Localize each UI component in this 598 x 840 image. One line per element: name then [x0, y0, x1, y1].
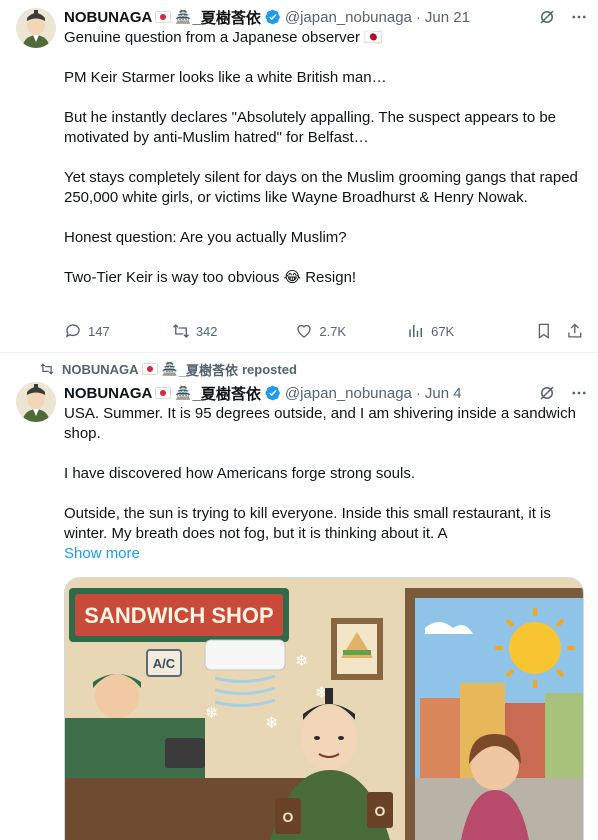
repost-icon	[172, 324, 189, 338]
author-name[interactable]: NOBUNAGA	[64, 9, 152, 26]
tweet-timestamp[interactable]: Jun 21	[425, 9, 470, 26]
views-button[interactable]: 67K	[407, 322, 525, 340]
reply-button[interactable]: 147	[64, 322, 172, 340]
tweet-header: NOBUNAGA 🏯 _夏樹莟依 @japan_nobunaga · Jun 4	[64, 382, 588, 404]
views-chart-icon	[409, 325, 423, 337]
grok-icon[interactable]	[538, 8, 556, 26]
svg-text:❄: ❄	[205, 703, 218, 722]
reposter-name[interactable]: NOBUNAGA	[62, 362, 139, 377]
japan-flag-icon	[155, 387, 172, 399]
heart-icon	[297, 324, 312, 338]
castle-icon: 🏯	[175, 385, 192, 400]
bookmark-icon[interactable]	[535, 322, 553, 340]
tweet-1[interactable]: NOBUNAGA 🏯 _夏樹莟依 @japan_nobunaga · Jun 2…	[0, 0, 598, 352]
sign-text: SANDWICH SHOP	[84, 603, 273, 628]
share-icon[interactable]	[566, 322, 584, 340]
views-count: 67K	[431, 323, 455, 339]
reposted-label: reposted	[241, 361, 297, 377]
author-handle[interactable]: @japan_nobunaga	[285, 385, 412, 402]
castle-icon: 🏯	[161, 361, 178, 376]
more-options-icon[interactable]	[570, 384, 588, 402]
avatar[interactable]	[16, 382, 56, 422]
tweet-media-image[interactable]: SANDWICH SHOP A/C ❄ ❄ ❄ ❄ O O	[64, 577, 584, 840]
tweet-header: NOBUNAGA 🏯 _夏樹莟依 @japan_nobunaga · Jun 2…	[64, 6, 588, 28]
author-name[interactable]: NOBUNAGA	[64, 385, 152, 402]
like-button[interactable]: 2.7K	[295, 322, 407, 340]
repost-button[interactable]: 342	[172, 322, 296, 340]
verified-badge-icon	[265, 9, 280, 25]
avatar[interactable]	[16, 8, 56, 48]
repost-banner[interactable]: NOBUNAGA 🏯 _夏樹莟依 reposted	[40, 360, 297, 378]
grok-icon[interactable]	[538, 384, 556, 402]
author-name-suffix[interactable]: _夏樹莟依	[193, 7, 261, 28]
repost-icon	[40, 363, 54, 375]
more-options-icon[interactable]	[570, 8, 588, 26]
author-name-suffix[interactable]: _夏樹莟依	[193, 383, 261, 404]
like-count: 2.7K	[319, 323, 347, 339]
tweet-timestamp[interactable]: Jun 4	[425, 385, 462, 402]
svg-text:❄: ❄	[265, 713, 278, 732]
reply-count: 147	[88, 323, 110, 339]
tweet-text: Genuine question from a Japanese observe…	[64, 29, 578, 286]
svg-text:❄: ❄	[295, 651, 308, 670]
reposter-name-suffix[interactable]: _夏樹莟依	[179, 360, 238, 379]
show-more-link[interactable]: Show more	[64, 545, 140, 562]
tweet-actions: 147 342 2.7K 67K	[64, 321, 584, 341]
verified-badge-icon	[265, 385, 280, 401]
reply-icon	[65, 324, 80, 338]
cup-label-left: O	[283, 809, 294, 825]
castle-icon: 🏯	[175, 9, 192, 24]
repost-count: 342	[195, 323, 218, 339]
japan-flag-icon	[141, 363, 158, 375]
tweet-divider	[0, 352, 598, 353]
separator-dot: ·	[415, 8, 421, 26]
separator-dot: ·	[415, 384, 421, 402]
japan-flag-icon	[155, 11, 172, 23]
ac-label: A/C	[153, 656, 176, 671]
tweet-text: USA. Summer. It is 95 degrees outside, a…	[64, 405, 576, 542]
author-handle[interactable]: @japan_nobunaga	[285, 9, 412, 26]
cup-label-right: O	[375, 803, 386, 819]
